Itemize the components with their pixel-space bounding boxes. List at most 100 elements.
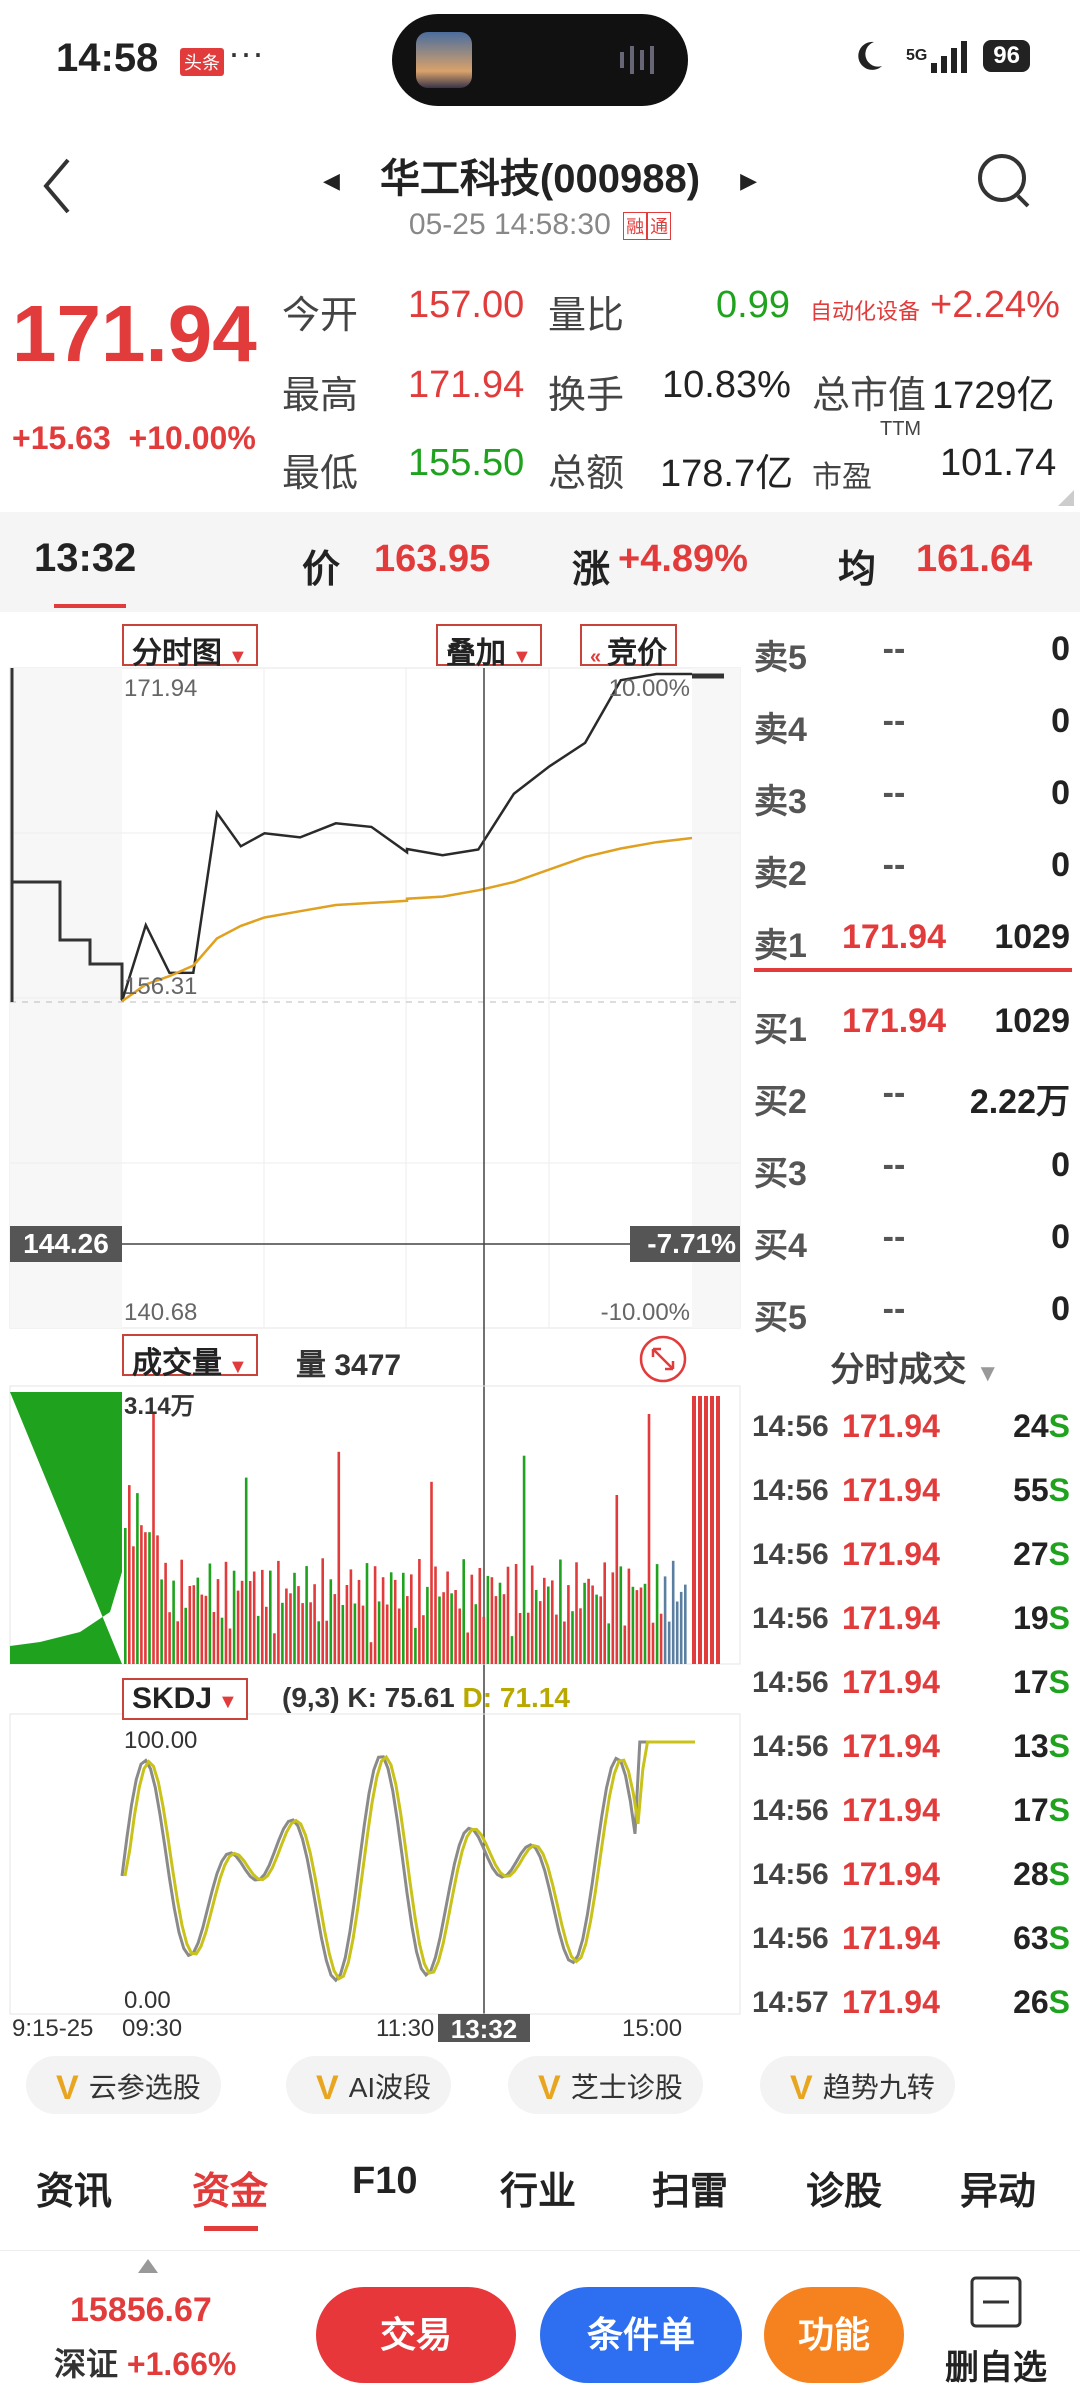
volume-bar: [349, 1569, 353, 1664]
tool-ai-band[interactable]: V AI波段: [286, 2056, 452, 2114]
volume-bar: [345, 1585, 349, 1664]
prev-stock-icon[interactable]: ◀: [323, 168, 340, 193]
volume-bar: [679, 1591, 683, 1664]
order-book-row[interactable]: 卖2 -- 0: [750, 828, 1080, 898]
auction-toggle[interactable]: «竞价: [580, 624, 678, 670]
volume-bar: [430, 1481, 433, 1664]
news-badge: 头条: [180, 48, 224, 76]
volume-bar: [466, 1632, 469, 1664]
order-book-row[interactable]: 买3 -- 0: [750, 1128, 1080, 1198]
volume-bar: [252, 1571, 256, 1664]
tool-cheese[interactable]: V 芝士诊股: [508, 2056, 703, 2114]
volume-bar: [571, 1611, 574, 1664]
high-value: 171.94: [408, 364, 525, 406]
volume-bar: [615, 1495, 619, 1664]
order-level-label: 卖2: [754, 855, 807, 893]
x-label-open: 09:30: [122, 2015, 182, 2042]
pct-top-label: 10.00%: [609, 675, 690, 702]
volume-bar: [180, 1559, 183, 1664]
volume-bar: [172, 1580, 175, 1664]
volume-bar: [470, 1574, 474, 1664]
volume-bar: [486, 1575, 490, 1664]
tick-title[interactable]: 分时成交 ▼: [750, 1342, 1080, 1391]
volume-bar: [244, 1477, 248, 1664]
dynamic-island[interactable]: [392, 14, 688, 106]
expand-corner-icon[interactable]: [1058, 490, 1074, 506]
order-book-row[interactable]: 买2 -- 2.22万: [750, 1056, 1080, 1126]
volume-bar: [277, 1560, 280, 1664]
tab-f10[interactable]: F10: [352, 2160, 417, 2203]
overlay-dropdown[interactable]: 叠加 ▼: [436, 624, 542, 670]
volume-bar: [458, 1608, 461, 1664]
volume-bar: [538, 1601, 542, 1664]
volume-bar: [510, 1636, 514, 1664]
volume-bar: [164, 1562, 167, 1664]
order-book-row[interactable]: 卖5 -- 0: [750, 612, 1080, 682]
tab-funds[interactable]: 资金: [192, 2160, 268, 2215]
turnover-label: 换手: [548, 375, 625, 417]
volume-bar: [385, 1604, 389, 1664]
volume-bar: [635, 1590, 639, 1664]
indicator-readout: (9,3) K: 75.61 D: 71.14: [282, 1682, 570, 1713]
stock-name[interactable]: 华工科技(000988): [380, 157, 700, 201]
v-icon: V: [56, 2069, 79, 2107]
order-book-row[interactable]: 卖4 -- 0: [750, 684, 1080, 754]
tab-news[interactable]: 资讯: [36, 2160, 112, 2215]
crosshair-bar: 13:32 价 163.95 涨 +4.89% 均 161.64: [0, 512, 1080, 612]
v-icon: V: [538, 2069, 561, 2107]
tab-scan[interactable]: 扫雷: [652, 2160, 728, 2215]
tool-yuncan[interactable]: V 云参选股: [26, 2056, 221, 2114]
v-icon: V: [316, 2069, 339, 2107]
x-label-noon: 11:30: [376, 2015, 434, 2042]
volume-bar: [438, 1596, 441, 1664]
volume-bar: [446, 1571, 449, 1664]
volume-bar: [293, 1572, 296, 1664]
battery-icon: 96: [983, 40, 1030, 72]
function-button[interactable]: 功能: [764, 2287, 904, 2383]
order-book-row[interactable]: 卖1 171.94 1029: [750, 900, 1080, 970]
intraday-dropdown[interactable]: 分时图 ▼: [122, 624, 258, 670]
tool-trend-nine[interactable]: V 趋势九转: [760, 2056, 955, 2114]
volume-bar: [402, 1572, 405, 1664]
volume-bar: [442, 1592, 445, 1664]
order-book-row[interactable]: 买4 -- 0: [750, 1200, 1080, 1270]
index-value[interactable]: 15856.67: [70, 2291, 212, 2330]
sector-name[interactable]: 自动化设备: [810, 294, 920, 326]
tab-diagnose[interactable]: 诊股: [806, 2160, 882, 2215]
volume-bar: [684, 1584, 687, 1664]
volume-dropdown[interactable]: 成交量 ▼: [122, 1334, 258, 1380]
volume-bar: [261, 1569, 264, 1664]
collapse-icon: «: [590, 646, 602, 668]
tab-movement[interactable]: 异动: [960, 2160, 1036, 2215]
open-value: 157.00: [408, 284, 525, 326]
cursor-chg-label: 涨: [572, 549, 611, 591]
order-book-row[interactable]: 卖3 -- 0: [750, 756, 1080, 826]
conditional-order-button[interactable]: 条件单: [540, 2287, 742, 2383]
tick-row: 14:56 171.94 17S: [752, 1664, 1070, 1700]
volume-top-label: 3.14万: [124, 1393, 195, 1420]
volume-bar: [152, 1412, 155, 1664]
next-stock-icon[interactable]: ▶: [740, 168, 757, 193]
order-level-volume: 1029: [994, 1002, 1070, 1040]
index-line[interactable]: 深证 +1.66%: [54, 2339, 236, 2385]
expand-chart-icon[interactable]: [638, 1334, 688, 1384]
volume-bar: [353, 1603, 357, 1664]
trade-button[interactable]: 交易: [316, 2287, 516, 2383]
pe-value: 101.74: [940, 442, 1057, 484]
stock-title-row: ◀ 华工科技(000988) ▶: [0, 146, 1080, 204]
search-icon[interactable]: [974, 150, 1038, 214]
chart-area[interactable]: 171.94 10.00% 156.31 140.68 -10.00% 144.…: [0, 612, 750, 2044]
intraday-chart-svg[interactable]: 171.94 10.00% 156.31 140.68 -10.00% 144.…: [0, 612, 750, 2044]
cursor-time: 13:32: [34, 536, 137, 580]
indicator-dropdown[interactable]: SKDJ ▼: [122, 1678, 248, 1720]
tick-row: 14:56 171.94 63S: [752, 1920, 1070, 1956]
order-book-row[interactable]: 买1 171.94 1029: [750, 984, 1080, 1054]
remove-favorite-button[interactable]: 删自选: [936, 2275, 1056, 2389]
v-icon: V: [790, 2069, 813, 2107]
volume-bar: [623, 1625, 627, 1664]
volume-bar: [305, 1566, 308, 1664]
tick-list[interactable]: 分时成交 ▼ 14:56 171.94 24S 14:56 171.94 55S 14:56…: [750, 1332, 1080, 2052]
volume-bar: [543, 1577, 546, 1664]
volume-bar: [426, 1586, 429, 1664]
tab-industry[interactable]: 行业: [500, 2160, 576, 2215]
